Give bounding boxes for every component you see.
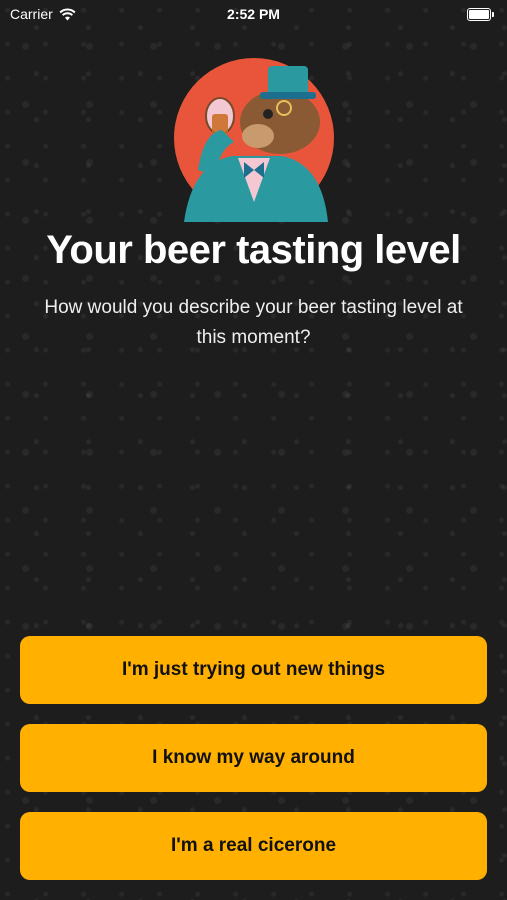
option-real-cicerone-button[interactable]: I'm a real cicerone [20, 812, 487, 880]
battery-icon [467, 7, 494, 21]
bear-mascot-icon [174, 58, 334, 222]
wifi-icon [59, 8, 76, 20]
option-know-my-way-button[interactable]: I know my way around [20, 724, 487, 792]
status-left: Carrier [10, 6, 76, 22]
option-trying-new-things-button[interactable]: I'm just trying out new things [20, 636, 487, 704]
status-bar: Carrier 2:52 PM [0, 0, 507, 28]
page-subtitle: How would you describe your beer tasting… [44, 297, 463, 348]
status-time: 2:52 PM [227, 6, 280, 22]
page-title: Your beer tasting level [46, 228, 461, 272]
carrier-label: Carrier [10, 6, 53, 22]
level-options: I'm just trying out new things I know my… [20, 636, 487, 880]
